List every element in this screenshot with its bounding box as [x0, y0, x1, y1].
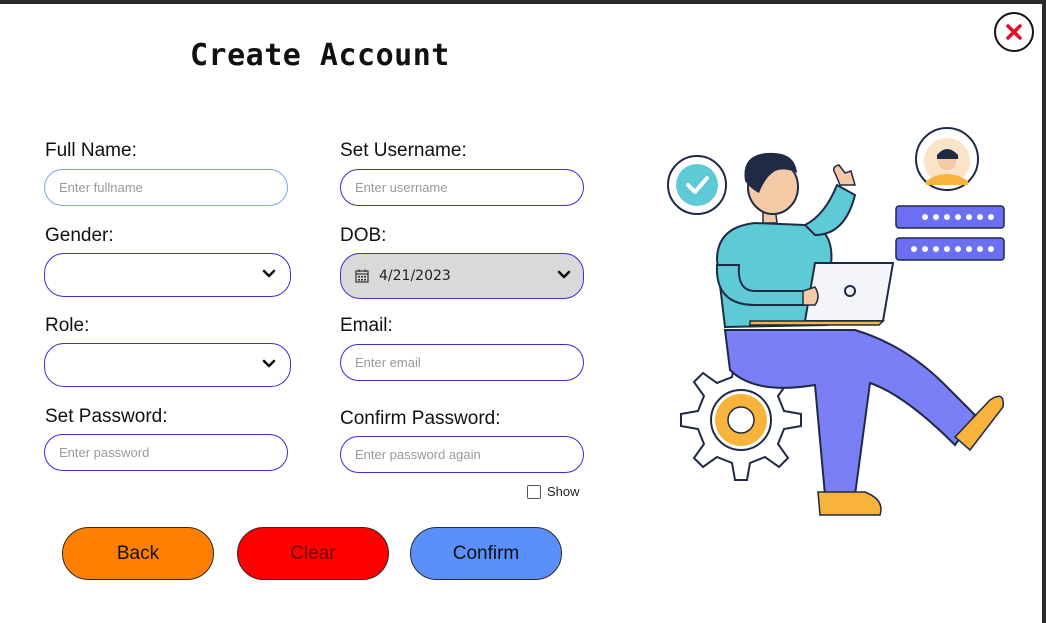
username-input[interactable] — [340, 169, 584, 206]
avatar-badge-icon — [915, 127, 979, 191]
role-label: Role: — [45, 315, 90, 336]
confirm-button[interactable]: Confirm — [410, 527, 562, 580]
confirm-password-input[interactable] — [340, 436, 584, 473]
chevron-down-icon — [262, 269, 276, 278]
close-icon — [1006, 24, 1022, 40]
username-label: Set Username: — [340, 140, 467, 161]
checkmark-badge-icon — [667, 155, 727, 215]
user-account-illustration — [667, 127, 1005, 516]
dob-date-picker[interactable]: 4/21/2023 — [340, 253, 584, 299]
show-password-toggle[interactable]: Show — [527, 484, 580, 499]
dob-label: DOB: — [340, 225, 387, 246]
page-title: Create Account — [190, 38, 450, 73]
close-button[interactable] — [994, 12, 1034, 52]
back-button[interactable]: Back — [62, 527, 214, 580]
email-label: Email: — [340, 315, 393, 336]
calendar-icon — [355, 269, 369, 283]
email-input[interactable] — [340, 344, 584, 381]
dob-value: 4/21/2023 — [379, 268, 451, 284]
chevron-down-icon — [557, 270, 571, 279]
chevron-down-icon — [262, 359, 276, 368]
role-select[interactable] — [44, 343, 291, 387]
clear-button[interactable]: Clear — [237, 527, 389, 580]
password-input[interactable] — [44, 434, 288, 471]
gender-label: Gender: — [45, 225, 114, 246]
full-name-label: Full Name: — [45, 140, 137, 161]
password-bars-icon — [895, 205, 1005, 261]
show-password-label: Show — [547, 484, 580, 499]
gender-select[interactable] — [44, 253, 291, 297]
show-password-checkbox[interactable] — [527, 484, 541, 499]
confirm-password-label: Confirm Password: — [340, 408, 501, 429]
password-label: Set Password: — [45, 406, 168, 427]
full-name-input[interactable] — [44, 169, 288, 206]
